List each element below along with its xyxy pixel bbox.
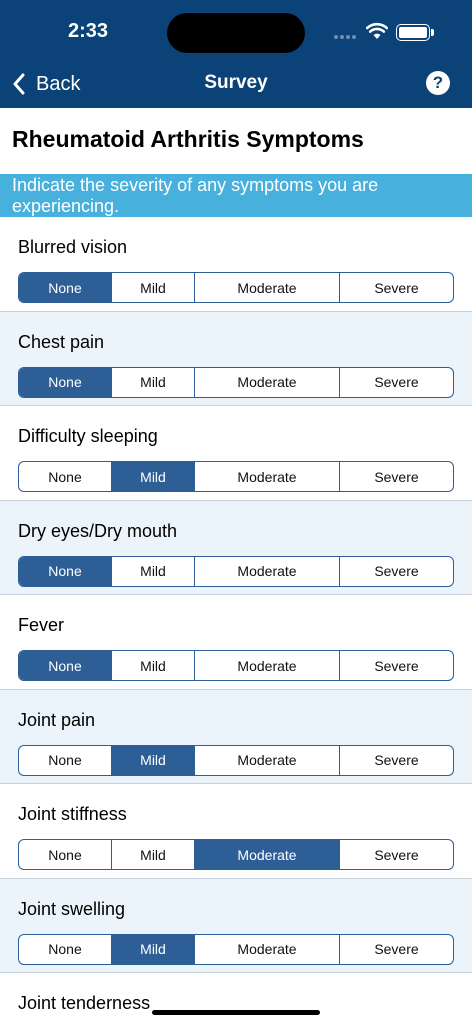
severity-option-mild[interactable]: Mild [112,840,195,869]
severity-segmented-control: None Mild Moderate Severe [18,650,454,681]
back-label: Back [36,72,81,95]
severity-option-mild[interactable]: Mild [112,462,195,491]
symptom-list: Blurred vision None Mild Moderate Severe… [0,217,472,973]
severity-option-moderate[interactable]: Moderate [195,556,340,586]
cellular-signal-icon [334,35,356,39]
symptom-label: Joint tenderness [18,993,151,1013]
help-button[interactable]: ? [426,71,450,95]
severity-option-severe[interactable]: Severe [340,840,453,869]
severity-option-none[interactable]: None [19,840,112,869]
severity-option-moderate[interactable]: Moderate [195,273,340,302]
wifi-icon [366,22,388,39]
severity-segmented-control: None Mild Moderate Severe [18,555,454,587]
back-button[interactable]: Back [12,70,80,98]
dynamic-island [167,13,305,53]
severity-option-severe[interactable]: Severe [340,368,453,397]
symptom-label: Chest pain [18,331,105,352]
symptom-row: Joint tenderness [0,973,472,1024]
severity-option-none[interactable]: None [19,462,112,491]
severity-option-none[interactable]: None [19,273,112,302]
severity-option-mild[interactable]: Mild [112,273,195,302]
severity-option-none[interactable]: None [19,367,112,397]
severity-option-none[interactable]: None [19,745,112,775]
symptom-label: Joint stiffness [18,804,127,824]
symptom-label: Fever [18,615,65,635]
severity-option-severe[interactable]: Severe [340,462,453,491]
symptom-row: Joint stiffness None Mild Moderate Sever… [0,784,472,879]
symptom-row: Chest pain None Mild Moderate Severe [0,311,472,406]
instruction-banner: Indicate the severity of any symptoms yo… [0,174,472,217]
severity-option-moderate[interactable]: Moderate [195,462,340,491]
severity-segmented-control: None Mild Moderate Severe [18,839,454,870]
battery-icon [396,24,430,41]
severity-segmented-control: None Mild Moderate Severe [18,744,454,776]
severity-option-moderate[interactable]: Moderate [195,745,340,775]
severity-option-severe[interactable]: Severe [340,651,453,680]
status-time: 2:33 [68,20,109,42]
battery-cap [431,29,434,36]
symptom-row: Blurred vision None Mild Moderate Severe [0,217,472,312]
severity-segmented-control: None Mild Moderate Severe [18,933,454,965]
question-mark-icon: ? [432,73,444,92]
severity-option-moderate[interactable]: Moderate [195,934,340,964]
severity-segmented-control: None Mild Moderate Severe [18,272,454,303]
severity-option-moderate[interactable]: Moderate [195,651,340,680]
severity-option-severe[interactable]: Severe [340,557,453,586]
severity-segmented-control: None Mild Moderate Severe [18,366,454,398]
symptom-row: Difficulty sleeping None Mild Moderate S… [0,406,472,501]
severity-option-mild[interactable]: Mild [112,367,195,397]
symptom-label: Difficulty sleeping [18,426,158,446]
symptom-label: Joint pain [18,709,96,730]
symptom-row: Dry eyes/Dry mouth None Mild Moderate Se… [0,500,472,595]
severity-segmented-control: None Mild Moderate Severe [18,461,454,492]
severity-option-mild[interactable]: Mild [112,556,195,586]
navigation-header: 2:33 Back Survey ? [0,0,472,108]
symptom-row: Fever None Mild Moderate Severe [0,595,472,690]
chevron-left-icon [13,73,25,95]
severity-option-none[interactable]: None [19,556,112,586]
severity-option-mild[interactable]: Mild [112,934,195,964]
symptom-row: Joint swelling None Mild Moderate Severe [0,878,472,973]
severity-option-mild[interactable]: Mild [112,651,195,680]
page-title: Rheumatoid Arthritis Symptoms [12,126,364,152]
severity-option-none[interactable]: None [19,651,112,680]
symptom-row: Joint pain None Mild Moderate Severe [0,689,472,784]
severity-option-severe[interactable]: Severe [340,273,453,302]
symptom-label: Blurred vision [18,237,128,257]
symptom-label: Dry eyes/Dry mouth [18,520,178,541]
severity-option-moderate[interactable]: Moderate [195,840,340,869]
severity-option-none[interactable]: None [19,934,112,964]
symptom-label: Joint swelling [18,898,126,919]
severity-option-severe[interactable]: Severe [340,935,453,964]
severity-option-moderate[interactable]: Moderate [195,367,340,397]
home-indicator [152,1010,320,1015]
severity-option-severe[interactable]: Severe [340,746,453,775]
severity-option-mild[interactable]: Mild [112,745,195,775]
